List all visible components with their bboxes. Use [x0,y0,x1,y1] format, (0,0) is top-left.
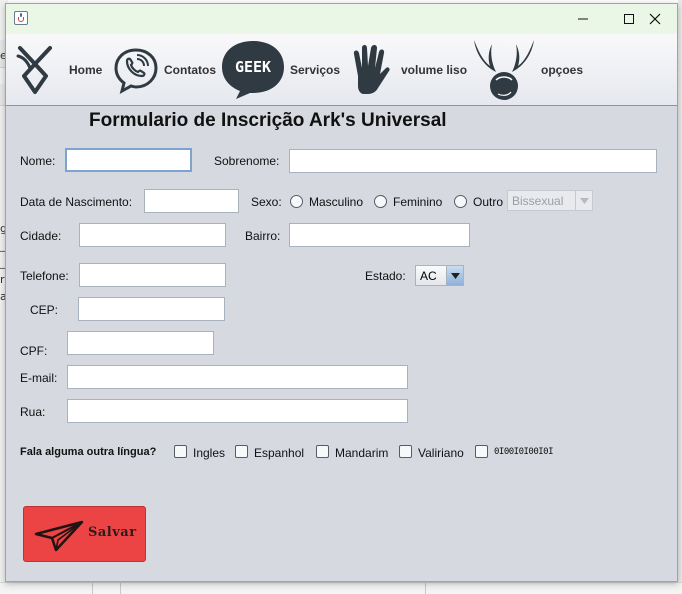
email-label: E-mail: [20,371,58,385]
winged-ball-icon [474,40,534,100]
lang-valiriano-label: Valiriano [418,446,464,460]
estado-select-value: AC [420,268,437,283]
telefone-field[interactable] [79,263,226,287]
sobrenome-field[interactable] [289,149,657,173]
estado-label: Estado: [365,269,406,283]
sexo-feminino-radio[interactable] [374,195,387,208]
chevron-down-icon [450,272,460,279]
rua-label: Rua: [20,405,46,419]
nav-contatos[interactable]: Contatos [110,34,218,106]
cpf-label: CPF: [20,344,48,358]
nascimento-field[interactable] [144,189,239,213]
close-icon [649,13,661,25]
nav-toolbar: Home Contatos GEEK Serviços volume liso … [6,34,677,106]
lang-ingles-label: Ingles [193,446,226,460]
email-field[interactable] [67,365,408,389]
nav-opcoes-label: opçoes [541,63,584,77]
sobrenome-label: Sobrenome: [214,154,280,168]
sexo-label: Sexo: [251,195,282,209]
rua-field[interactable] [67,399,408,423]
telefone-label: Telefone: [20,269,69,283]
estado-select[interactable]: AC [415,265,464,286]
bairro-label: Bairro: [245,229,281,243]
nav-home[interactable]: Home [14,34,109,106]
nav-servicos[interactable]: GEEK Serviços [220,34,344,106]
nav-volume-liso[interactable]: volume liso [348,34,468,106]
rune-icon [16,46,52,94]
nascimento-label: Data de Nascimento: [20,195,133,209]
geek-bubble-icon: GEEK [222,41,284,99]
nav-opcoes[interactable]: opçoes [468,34,598,106]
lang-mandarim-checkbox[interactable] [316,445,329,458]
lang-valiriano-checkbox[interactable] [399,445,412,458]
sexo-outro-radio[interactable] [454,195,467,208]
desktop-bottom-edge [0,582,682,594]
close-button[interactable] [632,4,677,34]
vulcan-hand-icon [353,45,390,94]
phone-bubble-icon [114,48,158,94]
desktop-right-edge [678,0,682,594]
app-window: Home Contatos GEEK Serviços volume liso … [5,3,678,582]
geek-icon-text: GEEK [235,58,271,76]
lang-espanhol-label: Espanhol [254,446,305,460]
sexo-outro-select-value: Bissexual [512,193,564,208]
minimize-icon [578,18,588,20]
chevron-down-icon [579,197,589,204]
nav-contatos-label: Contatos [164,63,216,77]
save-button[interactable]: Salvar [23,506,146,562]
lang-binary-checkbox[interactable] [475,445,488,458]
nav-servicos-label: Serviços [290,63,341,77]
bairro-field[interactable] [289,223,470,247]
java-app-icon[interactable] [14,11,28,25]
paper-plane-icon [34,520,84,552]
lang-mandarim-label: Mandarim [335,446,389,460]
lang-binary-label: 0I00I0I00I0I [494,447,554,457]
form-title: Formulario de Inscrição Ark's Universal [89,110,447,131]
cep-label: CEP: [30,303,59,317]
cpf-field[interactable] [67,331,214,355]
nav-home-label: Home [69,63,103,77]
sexo-outro-label: Outro [473,195,504,209]
cidade-label: Cidade: [20,229,62,243]
lingua-question-label: Fala alguma outra língua? [20,446,157,458]
cep-field[interactable] [78,297,225,321]
nome-field[interactable] [65,148,192,172]
nome-label: Nome: [20,154,56,168]
title-bar [6,4,677,34]
save-button-label: Salvar [88,525,137,540]
sexo-masculino-radio[interactable] [290,195,303,208]
lang-espanhol-checkbox[interactable] [235,445,248,458]
minimize-button[interactable] [560,4,606,34]
sexo-outro-select: Bissexual [507,190,593,211]
sexo-masculino-label: Masculino [309,195,364,209]
nav-volume-liso-label: volume liso [401,63,468,77]
cidade-field[interactable] [79,223,226,247]
sexo-feminino-label: Feminino [393,195,443,209]
lang-ingles-checkbox[interactable] [174,445,187,458]
